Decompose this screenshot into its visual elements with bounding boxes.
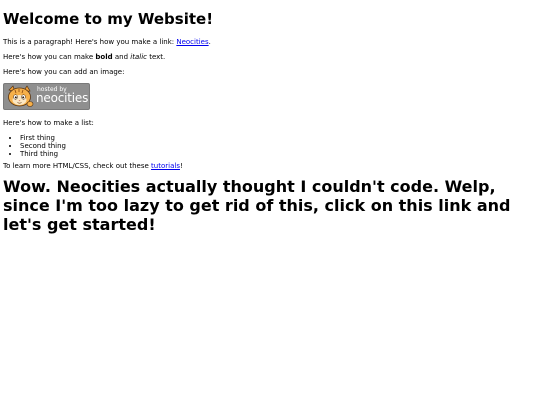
italic-text: italic — [130, 53, 147, 61]
cat-mascot-icon — [8, 85, 34, 107]
tutorials-text-end: ! — [179, 162, 183, 170]
paragraph-image-intro: Here's how you can add an image: — [3, 68, 125, 76]
bullet-list: First thing Second thing Third thing — [3, 134, 537, 158]
paragraph-link-end: . — [208, 38, 211, 46]
neocities-badge-wrap: hosted by neocities — [3, 83, 537, 110]
list-item: Third thing — [20, 150, 537, 158]
tutorials-link[interactable]: tutorials — [151, 162, 180, 170]
paragraph-tutorials: To learn more HTML/CSS, check out these … — [3, 162, 537, 171]
list-item: First thing — [20, 134, 537, 142]
badge-brand-label: neocities — [36, 91, 89, 105]
tutorials-text: To learn more HTML/CSS, check out these — [3, 162, 152, 170]
paragraph-list-intro: Here's how to make a list: — [3, 119, 94, 127]
neocities-link[interactable]: Neocities — [176, 38, 208, 46]
formatting-text-end: text. — [146, 53, 166, 61]
page-body: Welcome to my Website! This is a paragra… — [0, 10, 540, 234]
paragraph-formatting: Here's how you can make bold and italic … — [3, 53, 537, 62]
neocities-badge: hosted by neocities — [3, 83, 90, 110]
paragraph-link: This is a paragraph! Here's how you make… — [3, 38, 537, 47]
page-title: Welcome to my Website! — [3, 10, 214, 28]
bold-text: bold — [95, 53, 113, 61]
formatting-text-start: Here's how you can make — [3, 53, 96, 61]
list-item: Second thing — [20, 142, 537, 150]
formatting-text-middle: and — [112, 53, 131, 61]
getting-started-heading: Wow. Neocities actually thought I couldn… — [3, 177, 511, 234]
paragraph-link-text: This is a paragraph! Here's how you make… — [3, 38, 177, 46]
